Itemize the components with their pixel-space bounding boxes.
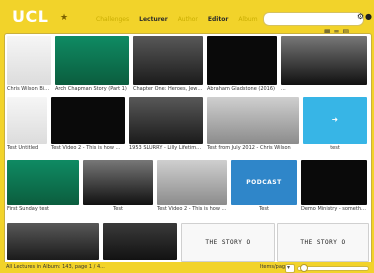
story-title-text: THE STORY O	[205, 239, 251, 246]
top-tabs: Challenges Lecturer Author Editor Album	[96, 14, 258, 24]
media-tile[interactable]: Test Video 2 - This is how ...	[157, 160, 227, 214]
thumbnail	[157, 160, 227, 205]
items-per-page-dropdown[interactable]	[285, 264, 295, 273]
status-text: All Lectures in Album: 143, page 1 / 4..…	[6, 264, 105, 270]
thumbnail	[83, 160, 153, 205]
user-icon[interactable]: ●	[365, 12, 372, 22]
thumbnail	[103, 223, 177, 260]
media-tile[interactable]: Arch Chapman Story (Part 1)	[55, 36, 129, 94]
media-tile[interactable]: Chapter One: Heroes, Jewish Biogr...	[133, 36, 203, 94]
tile-caption: test	[330, 145, 340, 151]
media-tile[interactable]: 1953 SLURRY - Lilly Lifetime 1953	[129, 97, 203, 153]
tab-challenges[interactable]: Challenges	[96, 16, 129, 23]
media-tile[interactable]: THE STORY O	[277, 223, 369, 262]
tab-lecturer[interactable]: Lecturer	[139, 16, 168, 23]
media-tile[interactable]: Chris Wilson Birthday	[7, 36, 51, 94]
tile-caption: Chapter One: Heroes, Jewish Biogr...	[133, 86, 203, 92]
thumbnail	[55, 36, 129, 85]
media-tile[interactable]: PODCAST Test	[231, 160, 297, 214]
media-tile[interactable]: Demo Ministry - something...	[301, 160, 367, 214]
tile-caption: Test from July 2012 - Chris Wilson	[207, 145, 291, 151]
story-title-text: THE STORY O	[300, 239, 346, 246]
thumbnail: ➜	[303, 97, 367, 144]
thumbnail	[301, 160, 367, 205]
thumbnail	[7, 97, 47, 144]
thumbnail: THE STORY O	[181, 223, 275, 262]
thumbnail: THE STORY O	[277, 223, 369, 262]
media-tile[interactable]: Test Video 2 - This is how ...	[51, 97, 125, 153]
media-tile[interactable]	[7, 223, 99, 260]
tab-editor[interactable]: Editor	[208, 16, 228, 23]
media-tile[interactable]: Test from July 2012 - Chris Wilson	[207, 97, 299, 153]
top-tools: ⚙ ●	[357, 12, 372, 22]
status-bar: All Lectures in Album: 143, page 1 / 4..…	[0, 262, 374, 273]
tile-caption: First Sunday test	[7, 206, 50, 212]
thumbnail	[129, 97, 203, 144]
media-grid: Chris Wilson Birthday Arch Chapman Story…	[7, 36, 369, 262]
tile-caption: Chris Wilson Birthday	[7, 86, 51, 92]
media-tile[interactable]: Test	[83, 160, 153, 214]
items-per-page-label: Items/page	[260, 264, 289, 270]
media-tile[interactable]: ➜ test	[303, 97, 367, 153]
thumbnail	[7, 223, 99, 260]
thumbnail-play-icon: ➜	[331, 115, 339, 126]
thumbnail	[281, 36, 367, 85]
media-library-app: UCL ★ Challenges Lecturer Author Editor …	[0, 0, 374, 273]
tile-caption: Test Untitled	[7, 145, 39, 151]
tile-caption: Test Video 2 - This is how ...	[157, 206, 227, 212]
media-tile[interactable]: ...	[281, 36, 367, 94]
tab-author[interactable]: Author	[178, 16, 198, 23]
search-input[interactable]	[263, 12, 364, 26]
thumbnail	[51, 97, 125, 144]
media-tile[interactable]	[103, 223, 177, 260]
tile-caption: Abraham Gladstone (2016)	[207, 86, 275, 92]
tile-caption: Test	[259, 206, 269, 212]
tile-caption: Demo Ministry - something...	[301, 206, 367, 212]
top-bar: UCL ★ Challenges Lecturer Author Editor …	[0, 0, 374, 32]
media-tile[interactable]: THE STORY O	[181, 223, 275, 262]
media-tile[interactable]: First Sunday test	[7, 160, 79, 214]
slider-knob[interactable]	[300, 264, 308, 272]
tile-caption: Arch Chapman Story (Part 1)	[55, 86, 127, 92]
thumbnail	[207, 36, 277, 85]
tile-caption: Test	[113, 206, 123, 212]
tile-caption: ...	[281, 86, 286, 92]
tab-album[interactable]: Album	[238, 16, 257, 23]
ucl-logo: UCL	[12, 6, 49, 26]
tile-caption: 1953 SLURRY - Lilly Lifetime 1953	[129, 145, 203, 151]
media-tile[interactable]: Abraham Gladstone (2016)	[207, 36, 277, 94]
thumbnail	[207, 97, 299, 144]
thumbnail	[7, 36, 51, 85]
media-tile[interactable]: Test Untitled	[7, 97, 47, 153]
thumbnail: PODCAST	[231, 160, 297, 205]
podcast-label: PODCAST	[246, 179, 282, 186]
tile-caption: Test Video 2 - This is how ...	[51, 145, 121, 151]
thumbnail	[133, 36, 203, 85]
favorite-star-icon[interactable]: ★	[60, 13, 70, 23]
thumbnail	[7, 160, 79, 205]
settings-gear-icon[interactable]: ⚙	[357, 12, 364, 22]
